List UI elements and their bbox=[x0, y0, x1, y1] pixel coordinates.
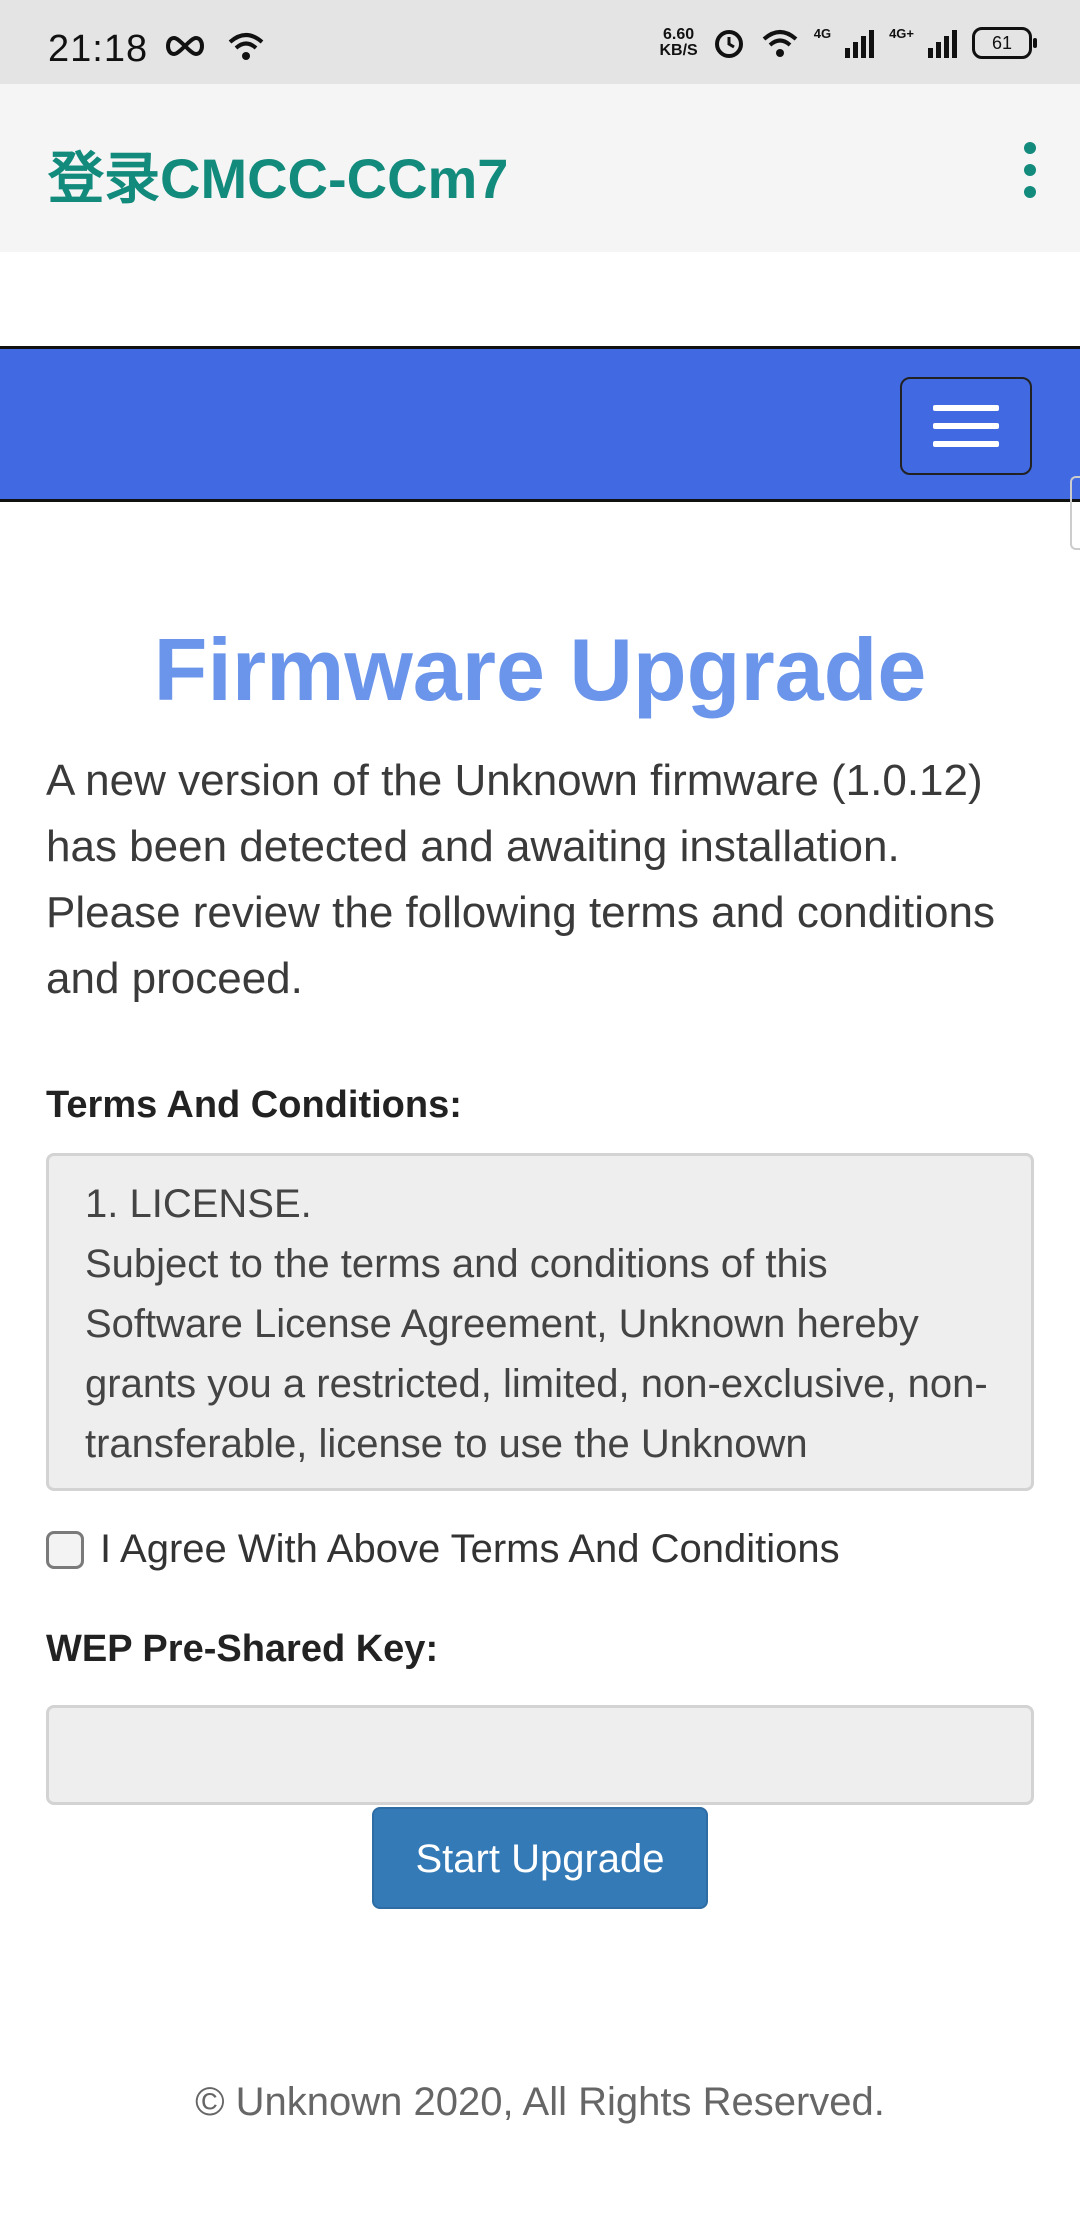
app-bar: 登录CMCC-CCm7 bbox=[0, 84, 1080, 252]
speed-unit: KB/S bbox=[659, 42, 698, 59]
battery-level: 61 bbox=[991, 32, 1013, 53]
wifi-signal-icon bbox=[762, 30, 798, 57]
status-right: 6.60 KB/S 4G 4G+ 61 bbox=[659, 25, 1037, 60]
infinity-icon bbox=[166, 35, 204, 57]
terms-label: Terms And Conditions: bbox=[46, 1084, 462, 1126]
terms-textarea[interactable]: 1. LICENSE. Subject to the terms and con… bbox=[46, 1153, 1034, 1491]
agree-label: I Agree With Above Terms And Conditions bbox=[100, 1527, 840, 1571]
wep-key-input[interactable] bbox=[46, 1705, 1034, 1805]
network-type-1: 4G bbox=[813, 25, 832, 41]
hamburger-menu-button[interactable] bbox=[900, 377, 1032, 475]
agree-checkbox[interactable] bbox=[46, 1530, 84, 1569]
intro-text: A new version of the Unknown firmware (1… bbox=[46, 756, 995, 1003]
main-content: Firmware Upgrade A new version of the Un… bbox=[46, 600, 1034, 1909]
terms-heading: 1. LICENSE. bbox=[85, 1182, 312, 1226]
status-time: 21:18 bbox=[48, 28, 149, 70]
button-wrap: Start Upgrade bbox=[46, 1807, 1034, 1909]
navbar bbox=[0, 346, 1080, 502]
scroll-indicator bbox=[1070, 476, 1080, 550]
speed-value: 6.60 bbox=[663, 26, 695, 43]
network-speed: 6.60 KB/S bbox=[659, 27, 697, 59]
agree-row: I Agree With Above Terms And Conditions bbox=[46, 1527, 1034, 1572]
network-type-2: 4G+ bbox=[889, 25, 914, 41]
signal-bars-icon bbox=[928, 30, 957, 58]
alarm-icon bbox=[714, 30, 743, 58]
app-title: 登录CMCC-CCm7 bbox=[48, 147, 509, 210]
more-options-icon[interactable] bbox=[1020, 142, 1040, 198]
status-bar: 21:18 6.60 KB/S 4G 4G+ 61 bbox=[0, 0, 1080, 84]
status-left-icons bbox=[162, 30, 266, 62]
footer-copyright: © Unknown 2020, All Rights Reserved. bbox=[195, 2080, 885, 2124]
signal-bars-icon bbox=[845, 30, 875, 58]
terms-body: Subject to the terms and conditions of t… bbox=[85, 1242, 988, 1488]
start-upgrade-button[interactable]: Start Upgrade bbox=[372, 1807, 708, 1909]
page-title: Firmware Upgrade bbox=[153, 620, 927, 719]
wep-key-label: WEP Pre-Shared Key: bbox=[46, 1628, 439, 1670]
battery-icon: 61 bbox=[972, 27, 1037, 59]
wifi-icon bbox=[228, 33, 264, 60]
